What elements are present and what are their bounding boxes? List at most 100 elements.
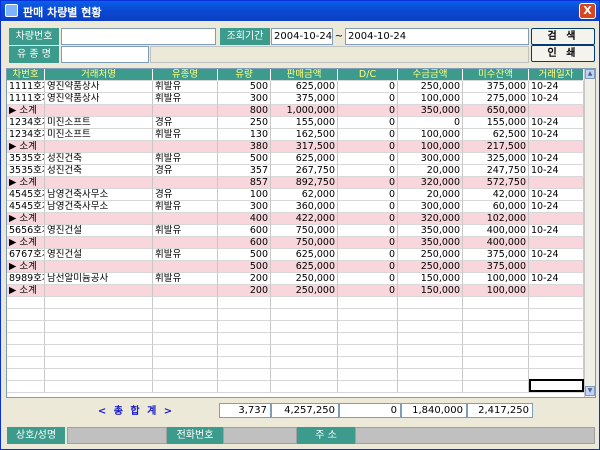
cell: 성진건축 [45,153,153,165]
cell: 100,000 [398,141,463,153]
cell: ▶ 소계 [7,261,45,273]
empty-cell [398,357,463,369]
table-row[interactable]: 1111호차영진약품상사휘발유500625,0000250,000375,000… [7,81,584,93]
app-icon [5,4,18,17]
cell: 100 [218,189,271,201]
cell: 320,000 [398,177,463,189]
cell: 375,000 [463,249,529,261]
cell: 휘발유 [153,153,218,165]
grand-total-label: < 총 합 계 > [97,406,175,417]
cell: ▶ 소계 [7,213,45,225]
cell: 275,000 [463,93,529,105]
empty-cell [7,369,45,381]
empty-row[interactable] [7,333,584,345]
cell: ▶ 소계 [7,105,45,117]
close-button[interactable]: X [579,3,596,19]
subtotal-row[interactable]: ▶ 소계 800 1,000,000 0 350,000 650,000 [7,105,584,117]
empty-row[interactable] [7,357,584,369]
cell: 0 [338,165,398,177]
sales-grid[interactable]: 차번호거래처명유종명유량판매금액D/C수금금액미수잔액거래일자1111호차영진약… [6,68,596,398]
empty-row[interactable] [7,309,584,321]
cell: 성진건축 [45,165,153,177]
date-to-input[interactable]: 2004-10-24 [345,28,529,45]
cell: 650,000 [463,105,529,117]
cell: 8989호차 [7,273,45,285]
empty-row[interactable] [7,321,584,333]
cell: 영진건설 [45,225,153,237]
empty-cell [218,333,271,345]
subtotal-row[interactable]: ▶ 소계 380 317,500 0 100,000 217,500 [7,141,584,153]
empty-cell [271,309,338,321]
cell: 0 [338,153,398,165]
empty-row[interactable] [7,369,584,381]
empty-cell [271,381,338,393]
cell: 1111호차 [7,81,45,93]
cell: 0 [338,177,398,189]
cell: 0 [338,189,398,201]
date-from-input[interactable]: 2004-10-24 [271,28,333,45]
table-row[interactable]: 1111호차영진약품상사휘발유300375,0000100,000275,000… [7,93,584,105]
empty-cell [529,345,584,357]
table-row[interactable]: 5656호차영진건설휘발유600750,0000350,000400,00010… [7,225,584,237]
cell: 500 [218,81,271,93]
table-row[interactable]: 1234호차미진소프트휘발유130162,5000100,00062,50010… [7,129,584,141]
fuel-type-input[interactable] [61,46,149,63]
cell: 100,000 [463,285,529,297]
cell: 60,000 [463,201,529,213]
cell: 4545호차 [7,201,45,213]
subtotal-row[interactable]: ▶ 소계 600 750,000 0 350,000 400,000 [7,237,584,249]
scroll-up-icon[interactable]: ▲ [585,69,595,79]
subtotal-row[interactable]: ▶ 소계 400 422,000 0 320,000 102,000 [7,213,584,225]
cell: 500 [218,249,271,261]
subtotal-row[interactable]: ▶ 소계 500 625,000 0 250,000 375,000 [7,261,584,273]
cell: 100,000 [398,129,463,141]
subtotal-row[interactable]: ▶ 소계 200 250,000 0 150,000 100,000 [7,285,584,297]
vehicle-no-input[interactable] [61,28,216,45]
empty-cell [153,321,218,333]
empty-cell [529,333,584,345]
cell: 0 [338,129,398,141]
empty-row[interactable] [7,345,584,357]
table-row[interactable]: 3535호차성진건축경유357267,750020,000247,75010-2… [7,165,584,177]
print-button[interactable]: 인 쇄 [531,45,595,62]
cell: 10-24 [529,189,584,201]
subtotal-row[interactable]: ▶ 소계 857 892,750 0 320,000 572,750 [7,177,584,189]
column-header: 거래처명 [45,69,153,81]
cell: 350,000 [398,225,463,237]
cell: 317,500 [271,141,338,153]
empty-cell [7,345,45,357]
empty-cell [463,345,529,357]
empty-cell [218,309,271,321]
total-collected: 1,840,000 [401,403,467,418]
cell: 250,000 [271,273,338,285]
table-row[interactable]: 8989호차남선알미늄공사휘발유200250,0000150,000100,00… [7,273,584,285]
empty-cell [463,369,529,381]
table-row[interactable]: 4545호차남영건축사무소휘발유300360,0000300,00060,000… [7,201,584,213]
date-separator: ~ [334,31,344,42]
cell: 162,500 [271,129,338,141]
empty-cell [153,357,218,369]
table-row[interactable]: 6767호차영진건설휘발유500625,0000250,000375,00010… [7,249,584,261]
empty-cell [398,309,463,321]
cell [153,177,218,189]
grid-header[interactable]: 차번호 거래처명 유종명 유량 판매금액 D/C 수금금액 미수잔액 거래일자 [7,69,584,81]
cell [529,105,584,117]
empty-cell [7,381,45,393]
empty-row[interactable] [7,381,584,393]
search-button[interactable]: 검 색 [531,28,595,45]
table-row[interactable]: 3535호차성진건축휘발유500625,0000300,000325,00010… [7,153,584,165]
vertical-scrollbar[interactable]: ▲ ▼ [584,69,595,397]
scroll-down-icon[interactable]: ▼ [585,386,595,396]
phone-value [223,427,297,444]
cell: 200 [218,285,271,297]
empty-cell [463,309,529,321]
cell: 10-24 [529,225,584,237]
cell [529,177,584,189]
table-row[interactable]: 1234호차미진소프트경유250155,00000155,00010-24 [7,117,584,129]
empty-row[interactable] [7,297,584,309]
empty-cell [463,297,529,309]
cell: 400,000 [463,225,529,237]
empty-cell [153,333,218,345]
focused-cell[interactable] [529,379,584,392]
table-row[interactable]: 4545호차남영건축사무소경유10062,000020,00042,00010-… [7,189,584,201]
